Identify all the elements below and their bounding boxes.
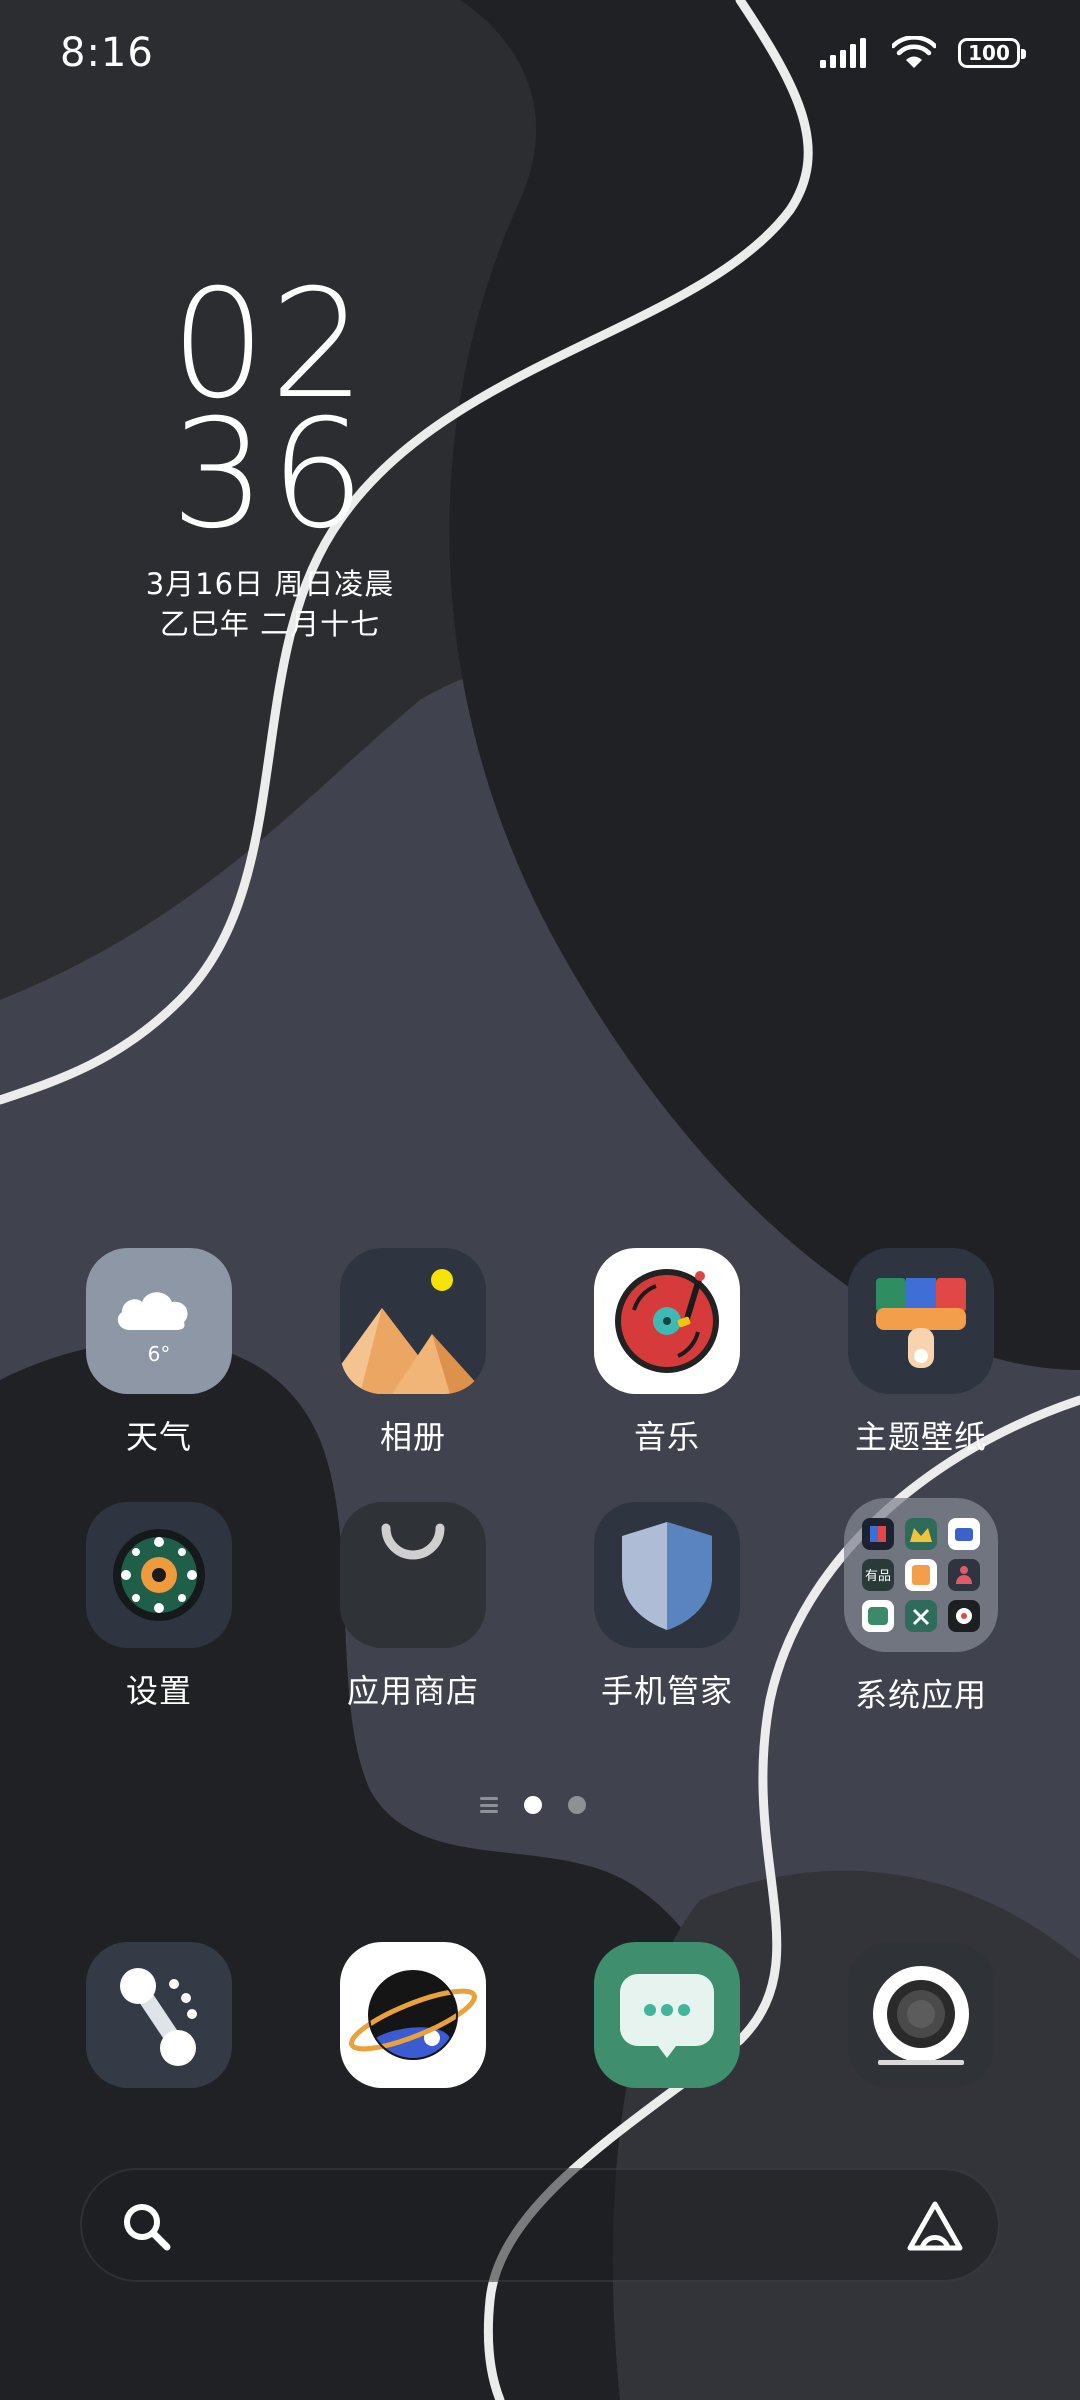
- planet-browser-icon: [349, 1970, 477, 2060]
- page-dot-1[interactable]: [524, 1796, 542, 1814]
- dock-phone[interactable]: [86, 1942, 232, 2088]
- app-music[interactable]: 音乐: [567, 1248, 767, 1458]
- clock-minutes: 36: [170, 388, 370, 562]
- app-label-weather: 天气: [125, 1418, 192, 1456]
- app-label-settings: 设置: [125, 1672, 192, 1710]
- dock-messages[interactable]: [594, 1942, 740, 2088]
- app-settings[interactable]: 设置: [59, 1502, 259, 1712]
- app-themes[interactable]: 主题壁纸: [821, 1248, 1021, 1458]
- status-time: 8:16: [60, 30, 154, 76]
- app-security[interactable]: 手机管家: [567, 1502, 767, 1712]
- app-label-system-apps: 系统应用: [854, 1676, 987, 1714]
- status-bar: 8:16 100: [0, 0, 1080, 110]
- weather-temperature: 6°: [147, 1342, 171, 1366]
- app-label-themes: 主题壁纸: [854, 1418, 987, 1456]
- folder-tile-youpin: 有品: [865, 1569, 891, 1584]
- app-store[interactable]: 应用商店: [313, 1502, 513, 1712]
- wifi-icon: [892, 36, 936, 68]
- gallery-icon: [340, 1248, 486, 1394]
- clock-lunar-date: 乙巳年 二月十七: [159, 607, 381, 641]
- page-dot-2[interactable]: [568, 1796, 586, 1814]
- search-bar[interactable]: [80, 2168, 1000, 2282]
- page-indicator[interactable]: [480, 1796, 586, 1814]
- search-input[interactable]: [192, 2190, 876, 2262]
- app-label-music: 音乐: [633, 1418, 700, 1456]
- folder-icon: 有品: [844, 1498, 998, 1652]
- app-label-gallery: 相册: [379, 1418, 446, 1456]
- signal-icon: [820, 38, 866, 68]
- dock-browser[interactable]: [340, 1942, 486, 2088]
- app-label-security: 手机管家: [600, 1672, 733, 1710]
- message-icon: [620, 1974, 714, 2058]
- clock-date: 3月16日 周日凌晨: [145, 567, 395, 601]
- security-shield-icon: [594, 1502, 740, 1648]
- clock-widget[interactable]: 02 36 3月16日 周日凌晨 乙巳年 二月十七: [120, 270, 420, 644]
- phone-icon: [120, 1968, 197, 2066]
- music-icon: [594, 1248, 740, 1394]
- battery-level: 100: [968, 41, 1010, 65]
- app-gallery[interactable]: 相册: [313, 1248, 513, 1458]
- app-drawer-lines-icon[interactable]: [480, 1797, 498, 1813]
- assistant-icon[interactable]: [904, 2198, 966, 2256]
- battery-icon: 100: [958, 38, 1026, 68]
- camera-icon: [873, 1966, 969, 2065]
- app-label-app-store: 应用商店: [346, 1672, 479, 1710]
- weather-icon: 6°: [86, 1248, 232, 1394]
- search-icon[interactable]: [120, 2200, 174, 2254]
- system-apps-folder[interactable]: 有品 系统应用: [821, 1498, 1021, 1716]
- status-icons: 100: [820, 36, 1026, 70]
- dock-camera[interactable]: [848, 1942, 994, 2088]
- settings-icon: [86, 1502, 232, 1648]
- app-store-icon: [340, 1502, 486, 1648]
- app-weather[interactable]: 6° 天气: [59, 1248, 259, 1458]
- themes-icon: [848, 1248, 994, 1394]
